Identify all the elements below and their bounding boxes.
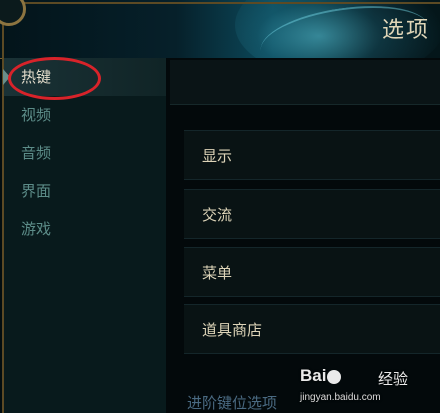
baidu-watermark: Bai 经验 jingyan.baidu.com [300,362,420,410]
advanced-keybind-options[interactable]: 进阶键位选项 [187,392,277,413]
category-display[interactable]: 显示 [184,130,440,180]
main-panel: 显示 交流 菜单 道具商店 进阶键位选项 [166,58,440,413]
options-window: 选项 热键 视频 音频 界面 游戏 显示 交流 菜单 道具商店 进阶键位选项 B… [0,0,440,413]
sidebar-item-label: 视频 [21,106,52,124]
frame-top-border [20,2,440,4]
category-communication[interactable]: 交流 [184,189,440,239]
sidebar-item-game[interactable]: 游戏 [4,210,166,248]
paw-icon [327,369,342,384]
category-item-shop[interactable]: 道具商店 [184,304,440,354]
sidebar-item-label: 热键 [21,68,52,86]
sidebar-item-video[interactable]: 视频 [4,96,166,134]
header-bar: 选项 [0,0,440,59]
watermark-url: jingyan.baidu.com [300,392,381,403]
sidebar-item-label: 游戏 [21,220,52,238]
sidebar-item-label: 界面 [21,182,52,200]
active-arrow-icon [3,69,10,85]
watermark-suffix: 经验 [378,370,409,388]
sidebar-item-interface[interactable]: 界面 [4,172,166,210]
watermark-logo: Bai [300,366,342,386]
sidebar-item-hotkeys[interactable]: 热键 [3,58,166,96]
sidebar-item-audio[interactable]: 音频 [4,134,166,172]
category-menu[interactable]: 菜单 [184,247,440,297]
main-top-band [170,60,440,105]
sidebar: 热键 视频 音频 界面 游戏 [3,58,166,413]
sidebar-item-label: 音频 [21,144,52,162]
page-title: 选项 [381,18,430,43]
